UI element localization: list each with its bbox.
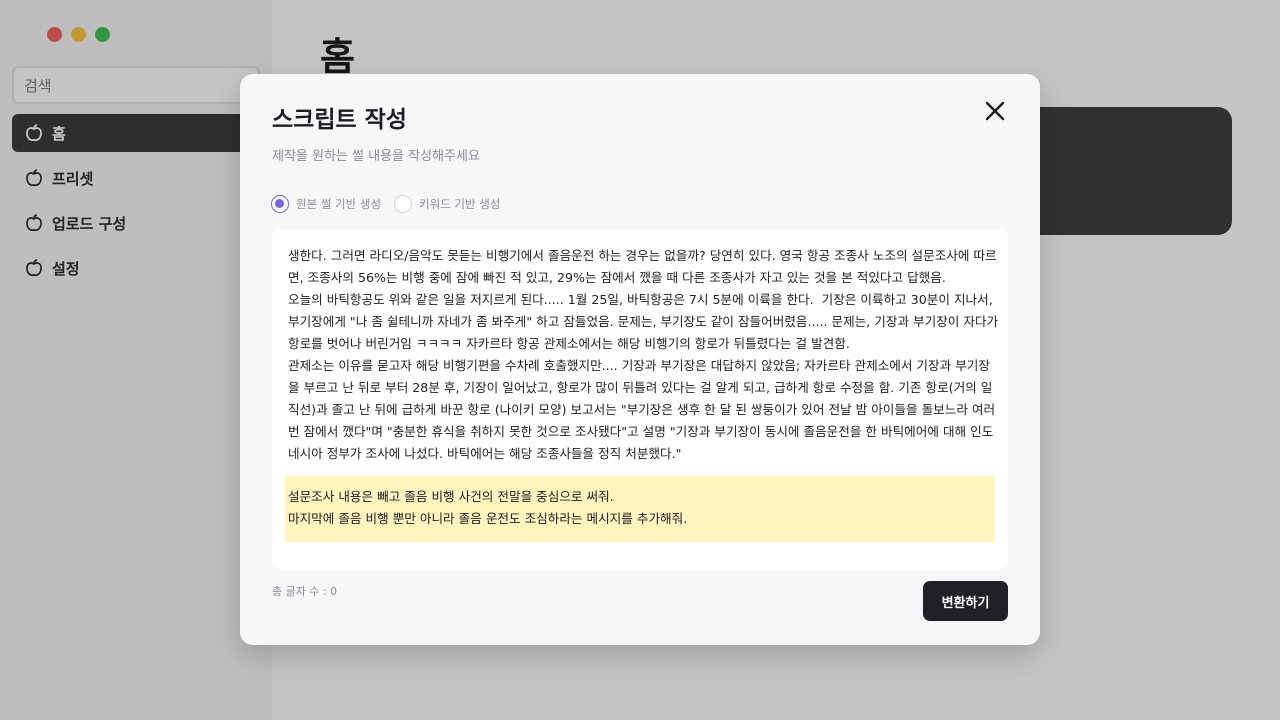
radio-keyword[interactable]: 키워드 기반 생성 [394, 195, 500, 213]
radio-label: 원본 썰 기반 생성 [296, 197, 382, 211]
char-count: 총 글자 수 : 0 [272, 585, 338, 598]
generation-mode-group: 원본 썰 기반 생성 키워드 기반 생성 [271, 195, 513, 213]
modal-subtitle: 제작을 원하는 썰 내용을 작성해주세요 [272, 149, 480, 164]
radio-checked-icon[interactable] [271, 195, 289, 213]
radio-unchecked-icon[interactable] [394, 195, 413, 213]
script-textarea[interactable]: 생한다. 그러면 라디오/음악도 못듣는 비행기에서 졸음운전 하는 경우는 없… [272, 229, 1008, 569]
modal-title: 스크립트 작성 [272, 107, 407, 133]
convert-button[interactable]: 변환하기 [923, 581, 1008, 621]
close-icon[interactable] [982, 98, 1008, 124]
instruction-highlight: 설문조사 내용은 빼고 졸음 비행 사건의 전말을 중심으로 써줘. 마지막에 … [285, 476, 995, 542]
radio-original-story[interactable]: 원본 썰 기반 생성 [271, 195, 381, 213]
script-body-text: 생한다. 그러면 라디오/음악도 못듣는 비행기에서 졸음운전 하는 경우는 없… [288, 248, 999, 461]
radio-label: 키워드 기반 생성 [419, 197, 501, 211]
script-modal: 스크립트 작성 제작을 원하는 썰 내용을 작성해주세요 원본 썰 기반 생성 … [240, 74, 1040, 645]
